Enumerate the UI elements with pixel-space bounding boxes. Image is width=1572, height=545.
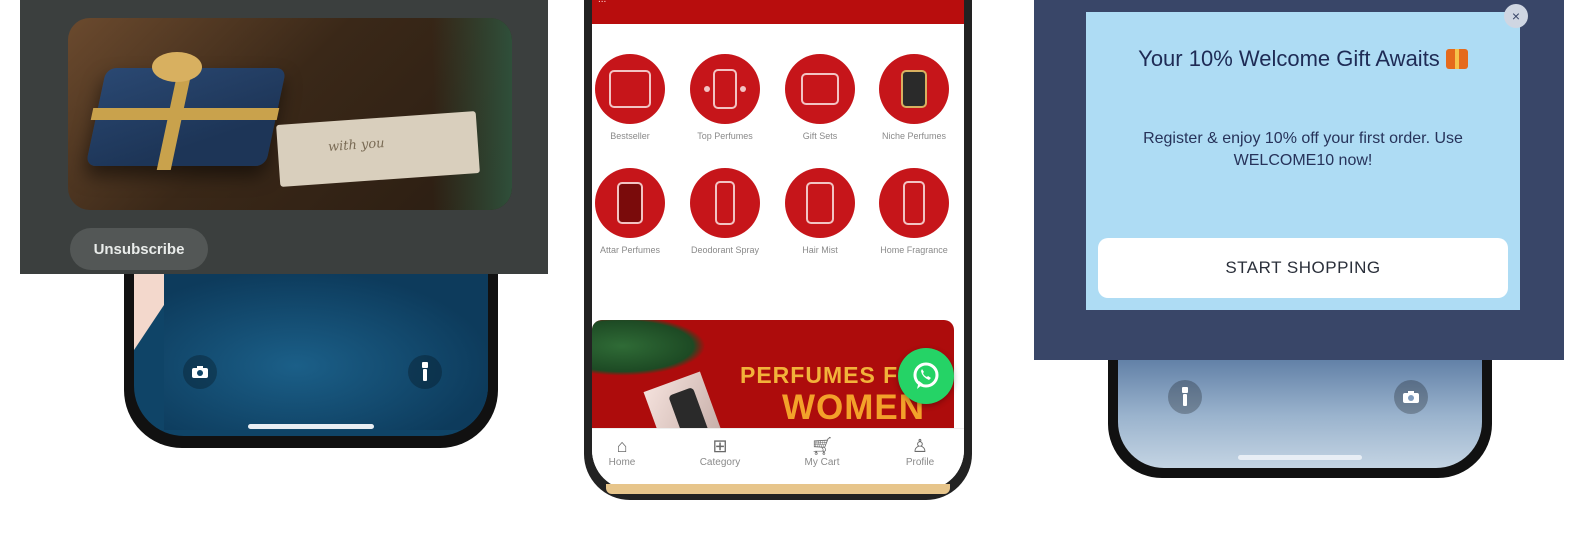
- nav-label: Home: [608, 457, 636, 468]
- category-bestseller[interactable]: Bestseller: [592, 54, 675, 142]
- hair-mist-icon: [785, 168, 855, 238]
- nav-profile[interactable]: ♙ Profile: [884, 435, 956, 468]
- popup-title: Your 10% Welcome Gift Awaits: [1096, 46, 1510, 72]
- perfume-bottle-icon: [690, 54, 760, 124]
- category-deodorant-spray[interactable]: Deodorant Spray: [680, 168, 770, 256]
- profile-icon: ♙: [911, 436, 929, 456]
- home-fragrance-icon: [879, 168, 949, 238]
- gift-bow: [152, 52, 202, 82]
- leaf-decoration: [592, 320, 706, 376]
- category-attar-perfumes[interactable]: Attar Perfumes: [592, 168, 675, 256]
- camera-icon[interactable]: [1394, 380, 1428, 414]
- close-icon[interactable]: ×: [1504, 4, 1528, 28]
- camera-icon[interactable]: [183, 355, 217, 389]
- gift-box-image: with you: [68, 18, 512, 210]
- nav-label: Profile: [905, 457, 935, 468]
- home-icon: ⌂: [616, 436, 628, 456]
- attar-bottle-icon: [595, 168, 665, 238]
- home-indicator[interactable]: [1238, 455, 1362, 460]
- gift-ribbon: [90, 108, 280, 120]
- bestseller-icon: [595, 54, 665, 124]
- phone-edge-accent: [606, 484, 950, 494]
- category-label: Deodorant Spray: [690, 245, 760, 255]
- nav-label: My Cart: [804, 457, 840, 468]
- deodorant-icon: [690, 168, 760, 238]
- gift-set-icon: [785, 54, 855, 124]
- category-label: Gift Sets: [802, 131, 838, 141]
- perfume-app-screen: ... Bestseller Top Perfumes Gift Sets Ni…: [592, 0, 964, 490]
- category-top-perfumes[interactable]: Top Perfumes: [680, 54, 770, 142]
- cart-icon: 🛒︎: [810, 436, 834, 456]
- popup-body: Register & enjoy 10% off your first orde…: [1143, 130, 1463, 169]
- flashlight-icon[interactable]: [408, 355, 442, 389]
- popup-title-text: Your 10% Welcome Gift Awaits: [1138, 46, 1440, 71]
- app-header: ...: [592, 0, 964, 24]
- category-home-fragrance[interactable]: Home Fragrance: [869, 168, 959, 256]
- category-label: Home Fragrance: [880, 245, 948, 255]
- nav-home[interactable]: ⌂ Home: [592, 435, 658, 468]
- gift-icon: [1445, 49, 1468, 69]
- category-niche-perfumes[interactable]: Niche Perfumes: [869, 54, 959, 142]
- nav-label: Category: [699, 457, 741, 468]
- nav-cart[interactable]: 🛒︎ My Cart: [786, 435, 858, 468]
- category-label: Hair Mist: [802, 245, 838, 255]
- whatsapp-icon[interactable]: [898, 348, 954, 404]
- category-icon: ⊞: [712, 436, 728, 456]
- right-lock-screen: [1118, 352, 1482, 468]
- unsubscribe-button[interactable]: Unsubscribe: [70, 228, 208, 270]
- nav-category[interactable]: ⊞ Category: [684, 435, 756, 468]
- niche-bottle-icon: [879, 54, 949, 124]
- category-label: Attar Perfumes: [599, 245, 661, 255]
- start-shopping-button[interactable]: START SHOPPING: [1098, 238, 1508, 298]
- wallpaper-glow: [164, 270, 488, 430]
- header-text: ...: [598, 0, 606, 5]
- flashlight-icon[interactable]: [1168, 380, 1202, 414]
- bottom-navigation: ⌂ Home ⊞ Category 🛒︎ My Cart ♙ Profile: [592, 428, 964, 490]
- home-indicator[interactable]: [248, 424, 374, 429]
- category-hair-mist[interactable]: Hair Mist: [775, 168, 865, 256]
- category-gift-sets[interactable]: Gift Sets: [775, 54, 865, 142]
- category-label: Niche Perfumes: [881, 131, 947, 141]
- category-label: Top Perfumes: [697, 131, 753, 141]
- category-label: Bestseller: [610, 131, 650, 141]
